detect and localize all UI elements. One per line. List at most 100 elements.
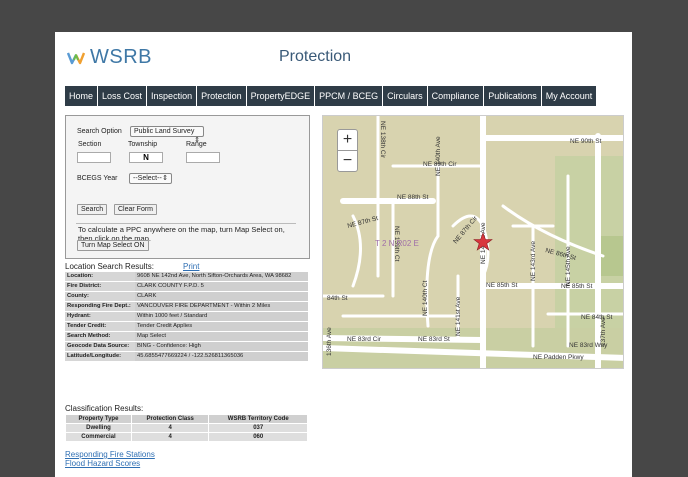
bcegs-year-select[interactable]: --Select-- ⇕ [129, 173, 172, 184]
map-label: NE 140th Ct [422, 280, 429, 316]
township-input[interactable]: N [129, 152, 163, 163]
row-key: Location: [65, 272, 135, 281]
table-row: Location: 9608 NE 142nd Ave, North Sifton… [65, 272, 308, 281]
nav-propertyedge[interactable]: PropertyEDGE [246, 86, 315, 106]
table-header-row: Property Type Protection Class WSRB Terr… [66, 415, 307, 423]
location-results-table: Location: 9608 NE 142nd Ave, North Sifton… [65, 271, 308, 362]
map-label: NE 138th Cir [379, 121, 386, 159]
nav-ppcm-bceg[interactable]: PPCM / BCEG [315, 86, 383, 106]
row-key: Fire District: [65, 282, 135, 291]
classification-heading: Classification Results: [65, 404, 144, 413]
page-title: Protection [279, 48, 352, 65]
map-label: 136th Ave [326, 327, 333, 356]
search-option-value: Public Land Survey [134, 128, 195, 135]
zoom-control: + − [337, 129, 358, 172]
page: WSRB Protection Home Loss Cost Inspectio… [55, 32, 632, 477]
table-row: Search Method: Map Select [65, 332, 308, 341]
table-row: Dwelling 4 037 [66, 424, 307, 432]
row-value: BING - Confidence: High [135, 342, 308, 351]
col-header: Property Type [66, 415, 131, 423]
select-arrows-icon: ⇕ [162, 175, 168, 182]
map-label: NE 145th Ave [565, 246, 572, 286]
classification-table: Property Type Protection Class WSRB Terr… [65, 414, 308, 442]
section-input[interactable] [77, 152, 111, 163]
map-label: NE 141st Ave [455, 296, 462, 336]
map-view[interactable]: NE 90th St NE 89th Cir NE 88th St NE 87t… [322, 115, 624, 369]
map-label: NE 88th St [397, 194, 429, 201]
table-row: Hydrant: Within 1000 feet / Standard [65, 312, 308, 321]
map-label: NE 83rd Cir [347, 336, 382, 343]
table-row: Fire District: CLARK COUNTY F.P.D. 5 [65, 282, 308, 291]
table-row: County: CLARK [65, 292, 308, 301]
map-label: 137th Ave [600, 317, 607, 346]
responding-fire-stations-link[interactable]: Responding Fire Stations [65, 450, 155, 459]
col-header: Protection Class [131, 415, 209, 423]
map-label: NE 83rd St [418, 336, 450, 343]
protection-class-cell: 4 [131, 433, 209, 441]
table-row: Responding Fire Dept.: VANCOUVER FIRE DEP… [65, 302, 308, 311]
row-value: CLARK [135, 292, 308, 301]
bcegs-year-value: --Select-- [133, 175, 162, 182]
map-label: NE 90th St [570, 138, 602, 145]
divider [76, 223, 296, 224]
nav-home[interactable]: Home [65, 86, 98, 106]
row-value: VANCOUVER FIRE DEPARTMENT - Within 2 Mil… [135, 302, 308, 311]
search-option-select[interactable]: Public Land Survey ⇕ [130, 126, 204, 144]
row-value: CLARK COUNTY F.P.D. 5 [135, 282, 308, 291]
property-type-cell: Commercial [66, 433, 131, 441]
row-key: County: [65, 292, 135, 301]
row-value: 9608 NE 142nd Ave, North Sifton-Orchards… [135, 272, 308, 281]
row-key: Responding Fire Dept.: [65, 302, 135, 311]
bcegs-year-label: BCEGS Year [77, 175, 118, 182]
map-label: 84th St [327, 295, 348, 302]
row-key: Search Method: [65, 332, 135, 341]
table-row: Commercial 4 060 [66, 433, 307, 441]
map-label: NE 140th Ave [435, 136, 442, 176]
section-label: Section [78, 141, 102, 148]
search-button[interactable]: Search [77, 204, 108, 215]
table-row: Geocode Data Source: BING - Confidence: H… [65, 342, 308, 351]
map-canvas: NE 90th St NE 89th Cir NE 88th St NE 87t… [323, 116, 623, 368]
row-value: Map Select [135, 332, 308, 341]
row-value: 45.6855477669224 / -122.526811365036 [135, 352, 308, 361]
main-nav: Home Loss Cost Inspection Protection Pro… [65, 86, 597, 106]
nav-compliance[interactable]: Compliance [427, 86, 484, 106]
row-key: Hydrant: [65, 312, 135, 321]
location-results-heading: Location Search Results: [65, 262, 154, 271]
map-label: NE 84th St [581, 314, 613, 321]
row-key: Geocode Data Source: [65, 342, 135, 351]
nav-my-account[interactable]: My Account [541, 86, 597, 106]
clear-form-button[interactable]: Clear Form [114, 204, 158, 215]
table-row: Latitude/Longitude: 45.6855477669224 / -1… [65, 352, 308, 361]
flood-hazard-scores-link[interactable]: Flood Hazard Scores [65, 459, 140, 468]
map-select-button[interactable]: Turn Map Select ON [77, 240, 149, 251]
nav-loss-cost[interactable]: Loss Cost [98, 86, 147, 106]
logo[interactable]: WSRB [67, 46, 152, 69]
row-value: Within 1000 feet / Standard [135, 312, 308, 321]
township-label: Township [128, 141, 158, 148]
range-label: Range [186, 141, 207, 148]
property-type-cell: Dwelling [66, 424, 131, 432]
map-label: NE 85th St [486, 282, 518, 289]
township-range-label: T 2 N R02 E [375, 239, 419, 248]
col-header: WSRB Territory Code [209, 415, 307, 423]
logo-text: WSRB [90, 46, 152, 68]
zoom-in-button[interactable]: + [338, 130, 357, 151]
nav-protection[interactable]: Protection [197, 86, 246, 106]
map-label: NE Padden Pkwy [533, 354, 584, 361]
nav-circulars[interactable]: Circulars [383, 86, 427, 106]
territory-code-cell: 060 [209, 433, 307, 441]
range-input[interactable] [186, 152, 220, 163]
row-value: Tender Credit Applies [135, 322, 308, 331]
map-label: NE 143rd Ave [530, 241, 537, 281]
zoom-out-button[interactable]: − [338, 151, 357, 172]
print-link[interactable]: Print [183, 262, 199, 271]
row-key: Tender Credit: [65, 322, 135, 331]
territory-code-cell: 037 [209, 424, 307, 432]
search-panel: Search Option Public Land Survey ⇕ Secti… [65, 115, 310, 259]
nav-publications[interactable]: Publications [484, 86, 541, 106]
table-row: Tender Credit: Tender Credit Applies [65, 322, 308, 331]
wsrb-logo-icon [67, 52, 86, 64]
nav-inspection[interactable]: Inspection [147, 86, 197, 106]
row-key: Latitude/Longitude: [65, 352, 135, 361]
